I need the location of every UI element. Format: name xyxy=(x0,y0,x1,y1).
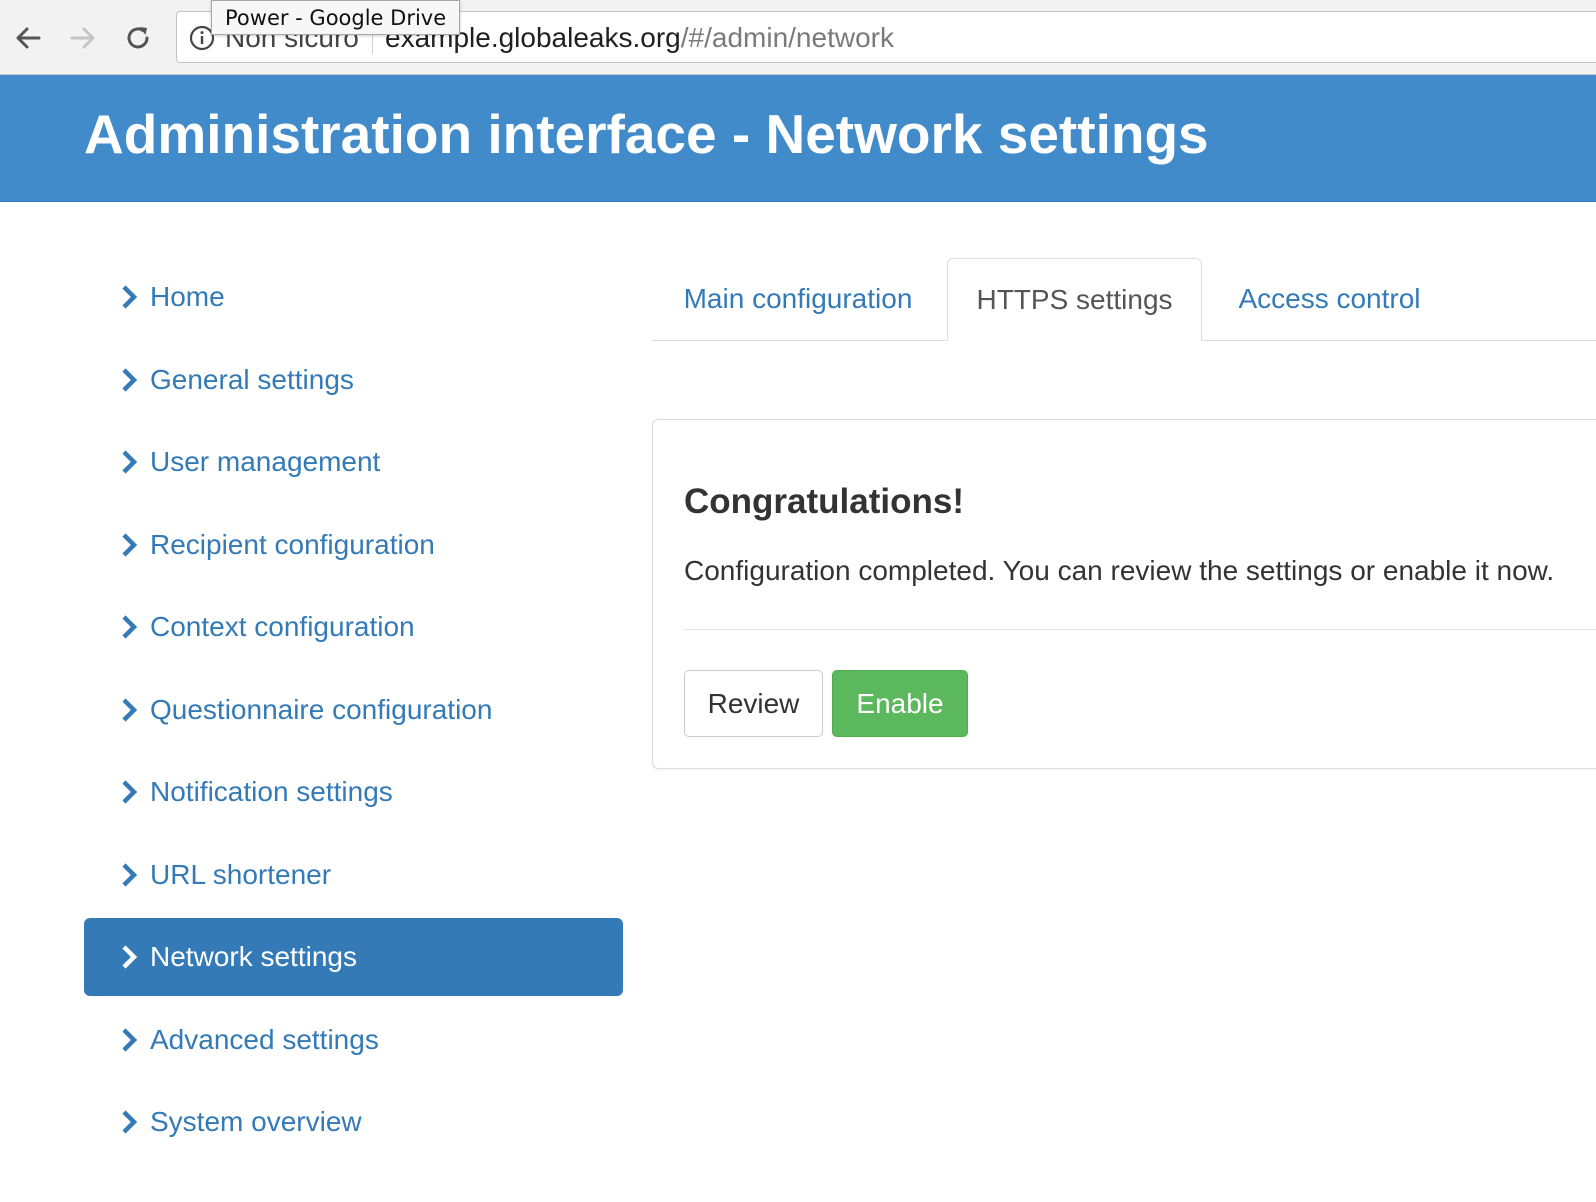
chevron-right-icon xyxy=(122,945,138,969)
sidebar-item-context-configuration[interactable]: Context configuration xyxy=(84,588,623,666)
page-header: Administration interface - Network setti… xyxy=(0,75,1596,202)
page-title: Administration interface - Network setti… xyxy=(84,103,1209,165)
sidebar-item-label: Home xyxy=(150,281,225,312)
chevron-right-icon xyxy=(122,368,138,392)
forward-button[interactable] xyxy=(59,14,107,62)
sidebar-item-home[interactable]: Home xyxy=(84,258,623,336)
sidebar-item-label: Questionnaire configuration xyxy=(150,694,493,725)
sidebar-item-general-settings[interactable]: General settings xyxy=(84,341,623,419)
tab-https-settings[interactable]: HTTPS settings xyxy=(947,258,1202,341)
sidebar-item-recipient-configuration[interactable]: Recipient configuration xyxy=(84,506,623,584)
chevron-right-icon xyxy=(122,1110,138,1134)
sidebar-item-label: Recipient configuration xyxy=(150,529,435,560)
sidebar-item-label: User management xyxy=(150,446,381,477)
back-button[interactable] xyxy=(4,14,52,62)
sidebar-item-label: General settings xyxy=(150,364,354,395)
sidebar-item-advanced-settings[interactable]: Advanced settings xyxy=(84,1001,623,1079)
sidebar-item-questionnaire-configuration[interactable]: Questionnaire configuration xyxy=(84,671,623,749)
panel-message: Configuration completed. You can review … xyxy=(684,555,1555,586)
url-text[interactable]: example.globaleaks.org/#/admin/network xyxy=(385,22,894,54)
sidebar-item-system-overview[interactable]: System overview xyxy=(84,1083,623,1161)
reload-button[interactable] xyxy=(114,14,162,62)
arrow-left-icon xyxy=(16,27,41,49)
url-path: /#/admin/network xyxy=(680,22,894,53)
chevron-right-icon xyxy=(122,533,138,557)
sidebar-item-label: Network settings xyxy=(150,941,357,972)
tab-main-configuration[interactable]: Main configuration xyxy=(652,258,944,340)
sidebar-item-notification-settings[interactable]: Notification settings xyxy=(84,753,623,831)
chevron-right-icon xyxy=(122,863,138,887)
enable-button[interactable]: Enable xyxy=(832,670,968,737)
reload-icon xyxy=(127,27,149,49)
sidebar-item-url-shortener[interactable]: URL shortener xyxy=(84,836,623,914)
chevron-right-icon xyxy=(122,698,138,722)
https-status-panel: Congratulations! Configuration completed… xyxy=(652,419,1596,769)
browser-toolbar: Non sicuro example.globaleaks.org/#/admi… xyxy=(0,0,1596,75)
chevron-right-icon xyxy=(122,1028,138,1052)
sidebar-item-label: System overview xyxy=(150,1106,362,1137)
sidebar-item-label: Advanced settings xyxy=(150,1024,379,1055)
sidebar-item-user-management[interactable]: User management xyxy=(84,423,623,501)
review-button[interactable]: Review xyxy=(684,670,823,737)
chevron-right-icon xyxy=(122,615,138,639)
sidebar-item-label: URL shortener xyxy=(150,859,332,890)
settings-tabs: Main configuration HTTPS settings Access… xyxy=(652,258,1596,341)
chevron-right-icon xyxy=(122,780,138,804)
sidebar-item-label: Context configuration xyxy=(150,611,415,642)
tab-access-control[interactable]: Access control xyxy=(1202,258,1457,340)
chevron-right-icon xyxy=(122,285,138,309)
panel-heading: Congratulations! xyxy=(684,482,964,521)
tab-tooltip: Power - Google Drive xyxy=(211,0,461,35)
arrow-right-icon xyxy=(70,27,95,49)
panel-divider xyxy=(684,629,1596,630)
sidebar-item-network-settings[interactable]: Network settings xyxy=(84,918,623,996)
chevron-right-icon xyxy=(122,450,138,474)
sidebar-item-label: Notification settings xyxy=(150,776,393,807)
